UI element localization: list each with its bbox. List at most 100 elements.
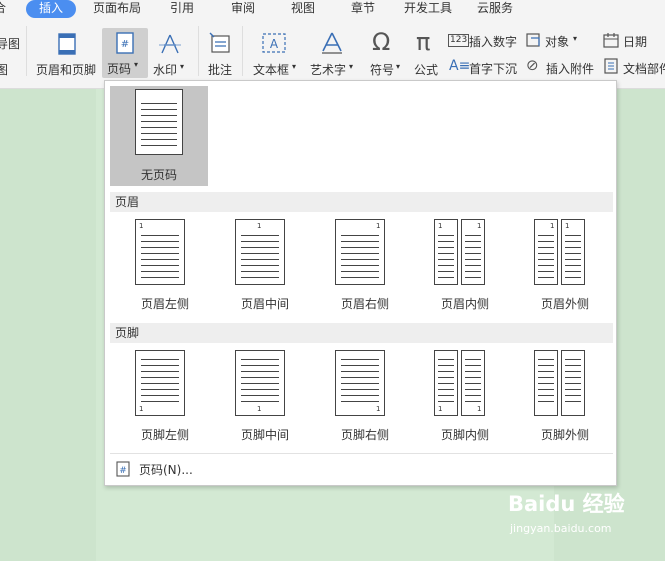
footer-inside-label: 页脚内侧 <box>440 428 489 442</box>
chevron-down-icon: ▾ <box>292 62 297 71</box>
date-button[interactable]: 日期 <box>623 33 647 50</box>
footer-right-label: 页脚右侧 <box>340 428 389 442</box>
tab-review[interactable]: 审阅 <box>231 0 255 18</box>
omega-icon: Ω <box>372 28 391 56</box>
chevron-down-icon: ▾ <box>396 62 401 71</box>
paperclip-icon: ⊘ <box>526 56 539 74</box>
footer-inside-thumbnail-right: 1 <box>461 350 485 416</box>
ribbon-separator <box>198 26 199 76</box>
no-page-number-thumbnail <box>135 89 183 155</box>
page-number-label: 页码 <box>107 62 132 76</box>
watermark-icon <box>159 34 181 54</box>
wordart-button[interactable]: 艺术字 <box>310 61 346 78</box>
header-right-option[interactable]: 1 页眉右侧 <box>320 218 410 318</box>
tab-cut-left[interactable]: 合 <box>0 0 6 18</box>
calendar-icon <box>603 33 619 48</box>
footer-outside-thumbnail-right <box>561 350 585 416</box>
footer-right-option[interactable]: 1 页脚右侧 <box>320 349 410 449</box>
object-icon <box>526 33 540 47</box>
header-center-option[interactable]: 1 页眉中间 <box>220 218 310 318</box>
page-number-dropdown: 无页码 页眉 1 页眉左侧 1 页眉中间 1 页眉右侧 1 1 页眉内侧 1 1… <box>104 80 617 486</box>
chevron-down-icon: ▾ <box>349 62 354 71</box>
no-page-number-label: 无页码 <box>140 168 177 182</box>
svg-text:A: A <box>270 37 279 51</box>
comment-icon <box>209 32 230 53</box>
header-right-label: 页眉右侧 <box>340 297 389 311</box>
tab-page-layout[interactable]: 页面布局 <box>93 0 141 18</box>
menu-divider <box>110 453 613 454</box>
ribbon-separator <box>26 26 27 76</box>
footer-center-label: 页脚中间 <box>240 428 289 442</box>
page-number-settings-label: 页码(N)... <box>139 463 193 477</box>
header-outside-thumbnail-right: 1 <box>561 219 585 285</box>
watermark-brand: Baidu 经验 <box>508 492 625 516</box>
header-outside-label: 页眉外侧 <box>540 297 589 311</box>
header-right-thumbnail: 1 <box>335 219 385 285</box>
footer-outside-thumbnail-left <box>534 350 558 416</box>
header-footer-button[interactable]: 页眉和页脚 <box>36 61 96 78</box>
wordart-icon <box>322 32 342 54</box>
tab-developer[interactable]: 开发工具 <box>404 0 452 18</box>
cut-off-button[interactable]: 图 <box>0 61 8 78</box>
ribbon-separator <box>242 26 243 76</box>
header-left-thumbnail: 1 <box>135 219 185 285</box>
footer-center-thumbnail: 1 <box>235 350 285 416</box>
insert-number-icon: 123 <box>448 34 470 47</box>
tab-references[interactable]: 引用 <box>170 0 194 18</box>
footer-left-thumbnail: 1 <box>135 350 185 416</box>
page-number-icon: # <box>116 32 134 54</box>
textbox-button[interactable]: 文本框 <box>253 61 289 78</box>
header-inside-thumbnail-right: 1 <box>461 219 485 285</box>
textbox-icon: A <box>262 33 286 53</box>
no-page-number-option[interactable]: 无页码 <box>110 86 208 186</box>
header-inside-label: 页眉内侧 <box>440 297 489 311</box>
document-parts-icon <box>604 58 618 74</box>
tab-view[interactable]: 视图 <box>291 0 315 18</box>
object-button[interactable]: 对象 <box>545 33 569 50</box>
drop-cap-icon: A≡ <box>449 58 471 74</box>
menu-tab-bar: 合 插入 页面布局 引用 审阅 视图 章节 开发工具 云服务 <box>0 0 665 18</box>
watermark-url: jingyan.baidu.com <box>510 522 612 535</box>
header-left-label: 页眉左侧 <box>140 297 189 311</box>
ribbon-toolbar: 导图 图 页眉和页脚 # 页码 ▾ 水印 ▾ 批注 A 文本框 ▾ 艺术字 ▾ … <box>0 18 665 89</box>
footer-center-option[interactable]: 1 页脚中间 <box>220 349 310 449</box>
footer-section-title: 页脚 <box>110 323 613 343</box>
chevron-down-icon: ▾ <box>180 62 185 71</box>
formula-button[interactable]: 公式 <box>414 61 438 78</box>
page-number-small-icon: # <box>116 461 130 477</box>
symbol-button[interactable]: 符号 <box>370 61 394 78</box>
footer-left-label: 页脚左侧 <box>140 428 189 442</box>
header-left-option[interactable]: 1 页眉左侧 <box>120 218 210 318</box>
header-inside-thumbnail-left: 1 <box>434 219 458 285</box>
header-inside-option[interactable]: 1 1 页眉内侧 <box>420 218 510 318</box>
footer-outside-label: 页脚外侧 <box>540 428 589 442</box>
chevron-down-icon: ▾ <box>134 60 139 69</box>
tab-insert[interactable]: 插入 <box>26 0 77 18</box>
svg-text:#: # <box>121 39 129 50</box>
watermark-button[interactable]: 水印 <box>153 61 177 78</box>
header-outside-thumbnail-left: 1 <box>534 219 558 285</box>
pi-icon: π <box>416 28 431 56</box>
header-section-title: 页眉 <box>110 192 613 212</box>
footer-left-option[interactable]: 1 页脚左侧 <box>120 349 210 449</box>
tab-chapter[interactable]: 章节 <box>351 0 375 18</box>
header-footer-icon <box>58 33 76 55</box>
page-number-settings-item[interactable]: # 页码(N)... <box>113 460 253 482</box>
mindmap-button[interactable]: 导图 <box>0 35 20 52</box>
document-parts-button[interactable]: 文档部件 <box>623 60 665 77</box>
drop-cap-button[interactable]: 首字下沉 <box>469 60 517 77</box>
chevron-down-icon: ▾ <box>573 34 578 43</box>
baidu-watermark: Baidu 经验 jingyan.baidu.com <box>508 488 625 535</box>
footer-outside-option[interactable]: 页脚外侧 <box>520 349 610 449</box>
footer-inside-option[interactable]: 1 1 页脚内侧 <box>420 349 510 449</box>
header-center-thumbnail: 1 <box>235 219 285 285</box>
insert-attachment-button[interactable]: 插入附件 <box>546 60 594 77</box>
header-outside-option[interactable]: 1 1 页眉外侧 <box>520 218 610 318</box>
comment-button[interactable]: 批注 <box>208 61 232 78</box>
footer-inside-thumbnail-left: 1 <box>434 350 458 416</box>
header-center-label: 页眉中间 <box>240 297 289 311</box>
page-number-button[interactable]: # 页码 ▾ <box>102 28 148 78</box>
svg-text:#: # <box>119 466 127 476</box>
tab-cloud[interactable]: 云服务 <box>477 0 513 18</box>
insert-number-button[interactable]: 插入数字 <box>469 33 517 50</box>
